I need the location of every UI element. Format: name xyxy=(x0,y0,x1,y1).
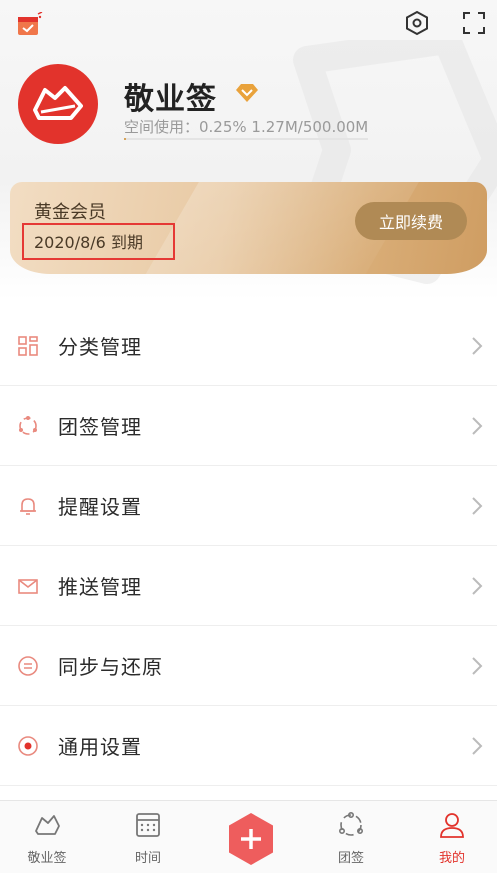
chevron-right-icon xyxy=(472,577,483,595)
menu-item-sync[interactable]: 同步与还原 xyxy=(0,626,497,706)
bottom-tab-bar: 敬业签 时间 团签 我的 xyxy=(0,800,497,873)
profile-section: 敬业签 空间使用：0.25% 1.27M/500.00M xyxy=(18,64,488,154)
settings-menu: 分类管理 团签管理 提醒设置 推送管理 同步与还原 通用设置 xyxy=(0,306,497,786)
storage-usage-text: 空间使用：0.25% 1.27M/500.00M xyxy=(124,118,369,136)
tab-notes[interactable]: 敬业签 xyxy=(7,801,87,873)
tab-team[interactable]: 团签 xyxy=(311,801,391,873)
vip-diamond-icon[interactable] xyxy=(234,82,260,104)
menu-item-label: 推送管理 xyxy=(58,575,142,599)
envelope-icon xyxy=(18,579,38,594)
bell-icon xyxy=(20,498,36,515)
menu-item-reminder[interactable]: 提醒设置 xyxy=(0,466,497,546)
chevron-right-icon xyxy=(472,737,483,755)
tab-mine[interactable]: 我的 xyxy=(412,801,492,873)
app-name: 敬业签 xyxy=(124,82,217,117)
tab-time[interactable]: 时间 xyxy=(108,801,188,873)
menu-item-label: 提醒设置 xyxy=(58,495,142,519)
calendar-grid-icon xyxy=(136,813,160,837)
chevron-right-icon xyxy=(472,337,483,355)
membership-card[interactable]: 黄金会员 2020/8/6 到期 立即续费 xyxy=(10,182,487,274)
add-icon[interactable] xyxy=(226,811,276,867)
storage-progress-bar xyxy=(124,138,368,140)
membership-expire-date: 2020/8/6 到期 xyxy=(34,233,143,252)
menu-item-team[interactable]: 团签管理 xyxy=(0,386,497,466)
settings-hex-icon[interactable] xyxy=(404,10,430,36)
menu-item-label: 团签管理 xyxy=(58,415,142,439)
general-settings-icon xyxy=(18,736,38,756)
tab-label: 我的 xyxy=(438,851,465,866)
menu-item-label: 同步与还原 xyxy=(58,655,163,679)
storage-progress-fill xyxy=(124,138,126,140)
person-icon xyxy=(440,813,464,838)
menu-item-general[interactable]: 通用设置 xyxy=(0,706,497,786)
menu-item-label: 分类管理 xyxy=(58,335,142,359)
tab-label: 时间 xyxy=(134,851,161,866)
app-logo-icon xyxy=(33,86,83,120)
menu-item-category[interactable]: 分类管理 xyxy=(0,306,497,386)
avatar[interactable] xyxy=(18,64,98,144)
sync-icon xyxy=(18,656,38,676)
chevron-right-icon xyxy=(472,657,483,675)
tab-label: 团签 xyxy=(337,851,364,866)
tab-label: 敬业签 xyxy=(27,851,67,866)
note-logo-icon xyxy=(35,815,60,835)
fullscreen-icon[interactable] xyxy=(462,11,486,35)
renew-button[interactable]: 立即续费 xyxy=(355,202,467,240)
chevron-right-icon xyxy=(472,417,483,435)
membership-title: 黄金会员 xyxy=(34,202,106,223)
team-icon xyxy=(338,811,363,836)
menu-item-label: 通用设置 xyxy=(58,735,142,759)
team-circle-icon xyxy=(19,416,37,435)
chevron-right-icon xyxy=(472,497,483,515)
calendar-check-icon[interactable] xyxy=(16,12,44,38)
menu-item-push[interactable]: 推送管理 xyxy=(0,546,497,626)
category-grid-icon xyxy=(18,336,38,356)
